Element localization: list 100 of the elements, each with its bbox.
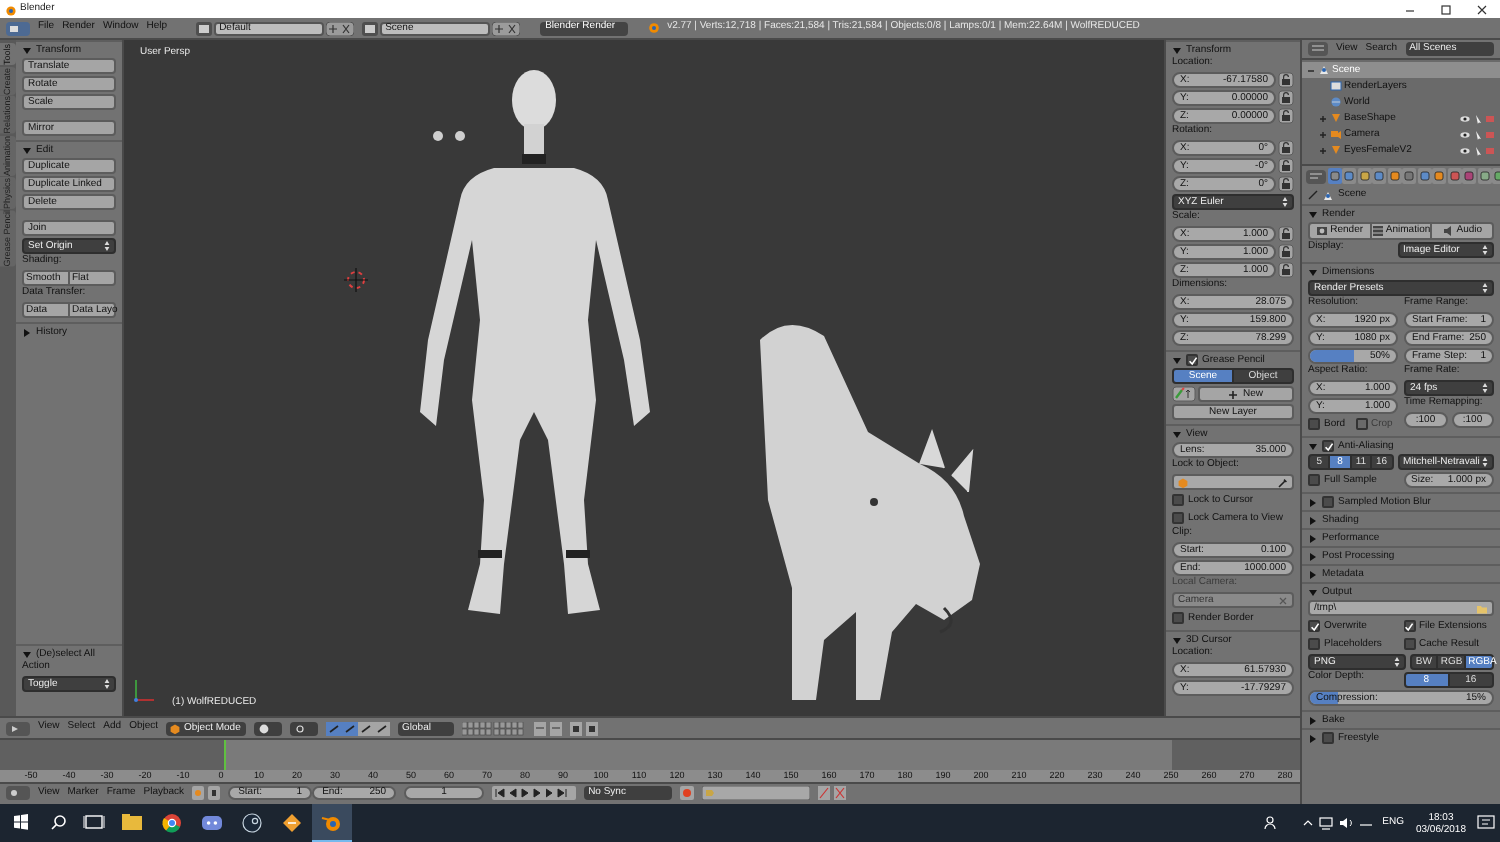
blender-logo-icon: [4, 3, 16, 15]
checkbox[interactable]: [1308, 620, 1320, 632]
checker-icon[interactable]: [1462, 168, 1476, 184]
collapse-triangle-icon[interactable]: [1172, 45, 1182, 55]
collapse-triangle-icon[interactable]: [1172, 429, 1182, 439]
padlock-icon[interactable]: [1278, 108, 1294, 124]
checkbox[interactable]: [1308, 474, 1320, 486]
updown-arrows-icon: [1282, 196, 1288, 208]
checkbox[interactable]: [1322, 732, 1334, 744]
blender-logo-icon: [647, 22, 660, 34]
updown-arrows-icon: [1393, 656, 1399, 668]
keyframe-toggle-icon[interactable]: [192, 786, 221, 800]
layer-grid-icon[interactable]: [462, 721, 527, 735]
keying-set-field[interactable]: [702, 786, 811, 800]
expand-triangle-icon[interactable]: [1308, 551, 1318, 561]
padlock-icon[interactable]: [1278, 244, 1294, 260]
padlock-icon[interactable]: [1278, 176, 1294, 192]
updown-arrows-icon: [1482, 382, 1488, 394]
padlock-icon[interactable]: [1278, 90, 1294, 106]
shading-dropdown-icon[interactable]: [254, 721, 283, 735]
eyedropper-icon[interactable]: [1278, 477, 1288, 487]
checkbox[interactable]: [1322, 496, 1334, 508]
globe-icon: [1330, 96, 1342, 108]
collapse-triangle-icon[interactable]: [1308, 587, 1318, 597]
screen-icon[interactable]: [195, 21, 212, 35]
collapse-triangle-icon[interactable]: [22, 145, 32, 155]
editor-type-icon[interactable]: [1306, 169, 1326, 183]
globe-icon[interactable]: [1372, 168, 1386, 184]
padlock-icon[interactable]: [1278, 226, 1294, 242]
render-preview-icon[interactable]: [570, 721, 599, 735]
padlock-icon[interactable]: [1278, 158, 1294, 174]
wrench-icon[interactable]: [1417, 168, 1431, 184]
camera-icon[interactable]: [1327, 168, 1341, 184]
expand-triangle-icon[interactable]: [1308, 515, 1318, 525]
expand-triangle-icon[interactable]: [1308, 533, 1318, 543]
scene-icon[interactable]: [1357, 168, 1371, 184]
checkbox[interactable]: [1172, 612, 1184, 624]
cube-icon: [1178, 477, 1188, 487]
chain-link-icon[interactable]: [1402, 168, 1416, 184]
pin-icon[interactable]: [1308, 190, 1318, 200]
sphere-icon[interactable]: [1447, 168, 1461, 184]
expand-icon[interactable]: [1318, 113, 1328, 123]
pivot-dropdown-icon[interactable]: [290, 721, 319, 735]
triangle-mesh-icon[interactable]: [1432, 168, 1446, 184]
editor-type-icon[interactable]: [6, 21, 30, 35]
collapse-triangle-icon[interactable]: [22, 649, 32, 659]
expand-triangle-icon[interactable]: [1308, 733, 1318, 743]
padlock-icon[interactable]: [1278, 140, 1294, 156]
collapse-triangle-icon[interactable]: [22, 45, 32, 55]
add-remove-icon[interactable]: [325, 21, 354, 35]
collapse-triangle-icon[interactable]: [1308, 209, 1318, 219]
screen-icon[interactable]: [361, 21, 378, 35]
pencil-icon[interactable]: [1172, 386, 1196, 402]
expand-triangle-icon[interactable]: [1308, 715, 1318, 725]
expand-triangle-icon[interactable]: [22, 327, 32, 337]
triangle-mesh-icon: [1330, 144, 1342, 156]
check-icon: [1323, 441, 1333, 451]
scale-icon[interactable]: [374, 721, 391, 735]
collapse-triangle-icon[interactable]: [1172, 635, 1182, 645]
object-field[interactable]: [1172, 474, 1294, 490]
axis-gizmo-icon: [134, 679, 155, 702]
playback-controls-icon[interactable]: [492, 786, 577, 800]
expand-triangle-icon[interactable]: [1308, 497, 1318, 507]
padlock-icon[interactable]: [1278, 72, 1294, 88]
expand-icon[interactable]: [1318, 145, 1328, 155]
scene-icon: [1322, 189, 1334, 201]
checkbox[interactable]: [1322, 440, 1334, 452]
collapse-triangle-icon[interactable]: [1172, 355, 1182, 365]
image-layers-icon[interactable]: [1342, 168, 1356, 184]
camera-icon: [1330, 128, 1342, 140]
maximize-icon[interactable]: [1440, 3, 1452, 15]
image-layers-icon: [1330, 80, 1342, 92]
editor-type-icon[interactable]: [1308, 42, 1328, 56]
rotate-icon[interactable]: [358, 721, 375, 735]
check-icon: [1309, 621, 1319, 631]
dots-icon[interactable]: [1477, 168, 1491, 184]
checkbox[interactable]: [1172, 512, 1184, 524]
collapse-triangle-icon[interactable]: [1308, 267, 1318, 277]
checkbox[interactable]: [1186, 354, 1198, 366]
blender-logo-icon[interactable]: [312, 804, 352, 842]
checkbox[interactable]: [1308, 418, 1320, 430]
collapse-triangle-icon[interactable]: [1308, 441, 1318, 451]
manipulator-icon[interactable]: [326, 721, 343, 735]
checkbox[interactable]: [1172, 494, 1184, 506]
cube-icon[interactable]: [1387, 168, 1401, 184]
checkbox[interactable]: [1403, 620, 1415, 632]
expand-triangle-icon[interactable]: [1308, 569, 1318, 579]
collapse-icon[interactable]: [1306, 65, 1316, 75]
updown-arrows-icon: [1482, 456, 1488, 468]
close-icon[interactable]: [1476, 3, 1488, 15]
expand-icon[interactable]: [1318, 129, 1328, 139]
checkbox[interactable]: [1403, 638, 1415, 650]
translate-arrow-icon[interactable]: [342, 721, 359, 735]
add-remove-icon[interactable]: [491, 21, 520, 35]
cube-icon: [170, 723, 181, 733]
padlock-icon[interactable]: [1278, 262, 1294, 278]
editor-type-icon[interactable]: [6, 786, 30, 800]
editor-type-icon[interactable]: [6, 721, 30, 735]
speaker-icon: [1442, 224, 1455, 238]
checkbox[interactable]: [1308, 638, 1320, 650]
